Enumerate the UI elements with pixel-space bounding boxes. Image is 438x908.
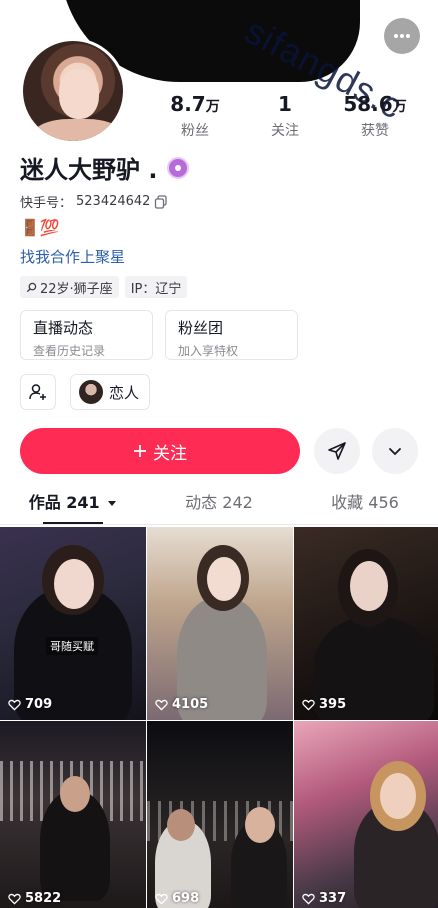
add-user-icon: [29, 384, 46, 400]
profile-nickname: 迷人大野驴 .: [20, 150, 190, 185]
likes-count: 58.6: [343, 92, 393, 116]
video-likes-count: 709: [25, 697, 53, 712]
bio-emojis: 🚪💯: [20, 218, 60, 237]
live-card-title: 直播动态: [33, 319, 94, 337]
search-icon: [26, 282, 37, 292]
fan-club-card[interactable]: 粉丝团 加入享特权: [165, 310, 298, 360]
video-likes: 698: [155, 891, 199, 906]
cooperate-link[interactable]: 找我合作上聚星: [20, 246, 125, 267]
stat-fans[interactable]: 8.7万 粉丝: [150, 92, 240, 140]
content-tabs: 作品 241 动态 242 收藏 456: [0, 488, 438, 524]
following-label: 关注: [271, 123, 299, 139]
video-thumbnail[interactable]: 4105: [147, 527, 293, 720]
chevron-down-icon: [389, 448, 401, 456]
tag-age-zodiac-label: 22岁·狮子座: [40, 281, 113, 297]
account-label: 快手号：: [20, 196, 73, 211]
copy-icon[interactable]: [154, 194, 168, 209]
likes-unit: 万: [392, 99, 407, 115]
add-friend-button[interactable]: [20, 374, 56, 410]
caret-down-icon: [108, 501, 117, 506]
verified-badge-icon[interactable]: [167, 156, 190, 179]
video-likes: 709: [8, 697, 52, 712]
fans-unit: 万: [205, 99, 220, 115]
more-button[interactable]: [384, 18, 420, 54]
relation-chips: 恋人: [20, 374, 151, 410]
feature-cards: 直播动态 查看历史记录 粉丝团 加入享特权: [20, 310, 298, 360]
lover-chip[interactable]: 恋人: [70, 374, 151, 410]
video-likes: 395: [302, 697, 346, 712]
tab-favorites[interactable]: 收藏 456: [292, 488, 438, 524]
lover-label: 恋人: [109, 383, 140, 402]
follow-button[interactable]: 关注: [20, 428, 300, 474]
follow-label: 关注: [153, 443, 187, 464]
send-message-button[interactable]: [314, 428, 360, 474]
heart-icon: [155, 699, 168, 711]
video-grid: 哥随买赋 709 4105 395 5822 698 337: [0, 527, 438, 908]
send-icon: [328, 442, 346, 460]
video-likes-count: 5822: [25, 891, 62, 906]
stat-following[interactable]: 1 关注: [240, 92, 330, 140]
tab-favorites-label: 收藏 456: [331, 493, 399, 512]
following-count: 1: [278, 92, 292, 116]
profile-tags: 22岁·狮子座 IP：辽宁: [20, 276, 188, 298]
stat-likes[interactable]: 58.6万 获赞: [330, 92, 420, 140]
tab-moments[interactable]: 动态 242: [146, 488, 292, 524]
live-history-card[interactable]: 直播动态 查看历史记录: [20, 310, 153, 360]
tag-ip: IP：辽宁: [124, 276, 188, 298]
tag-ip-label: IP：辽宁: [130, 281, 182, 297]
plus-icon: [134, 445, 146, 457]
more-dots-icon: [394, 34, 410, 38]
fans-label: 粉丝: [181, 123, 209, 139]
video-thumbnail[interactable]: 5822: [0, 721, 146, 908]
heart-icon: [8, 699, 21, 711]
video-caption: 哥随买赋: [46, 637, 98, 655]
live-card-subtitle: 查看历史记录: [33, 344, 106, 358]
tab-works[interactable]: 作品 241: [0, 488, 146, 524]
tab-moments-label: 动态 242: [185, 493, 253, 512]
video-likes-count: 698: [172, 891, 200, 906]
video-thumbnail[interactable]: 395: [294, 527, 438, 720]
chevron-left-icon: [28, 29, 37, 43]
tab-works-label: 作品 241: [28, 493, 100, 512]
profile-avatar[interactable]: [20, 38, 126, 144]
account-id-row: 快手号： 523424642: [20, 192, 168, 211]
video-thumbnail[interactable]: 337: [294, 721, 438, 908]
heart-icon: [302, 699, 315, 711]
tabs-divider: [0, 524, 438, 525]
heart-icon: [8, 893, 21, 905]
lover-avatar: [79, 380, 103, 404]
fans-count: 8.7: [170, 92, 206, 116]
nickname-text: 迷人大野驴 .: [20, 156, 158, 184]
expand-button[interactable]: [372, 428, 418, 474]
video-likes: 337: [302, 891, 346, 906]
account-id: 523424642: [76, 194, 151, 209]
video-thumbnail[interactable]: 哥随买赋 709: [0, 527, 146, 720]
heart-icon: [302, 893, 315, 905]
video-likes: 5822: [8, 891, 61, 906]
video-thumbnail[interactable]: 698: [147, 721, 293, 908]
video-likes: 4105: [155, 697, 208, 712]
stats-row: 8.7万 粉丝 1 关注 58.6万 获赞: [150, 92, 420, 140]
tag-age-zodiac: 22岁·狮子座: [20, 276, 119, 298]
fan-club-title: 粉丝团: [178, 319, 224, 337]
video-likes-count: 4105: [172, 697, 209, 712]
fan-club-subtitle: 加入享特权: [178, 344, 239, 358]
video-likes-count: 337: [319, 891, 347, 906]
video-likes-count: 395: [319, 697, 347, 712]
heart-icon: [155, 893, 168, 905]
likes-label: 获赞: [361, 123, 389, 139]
